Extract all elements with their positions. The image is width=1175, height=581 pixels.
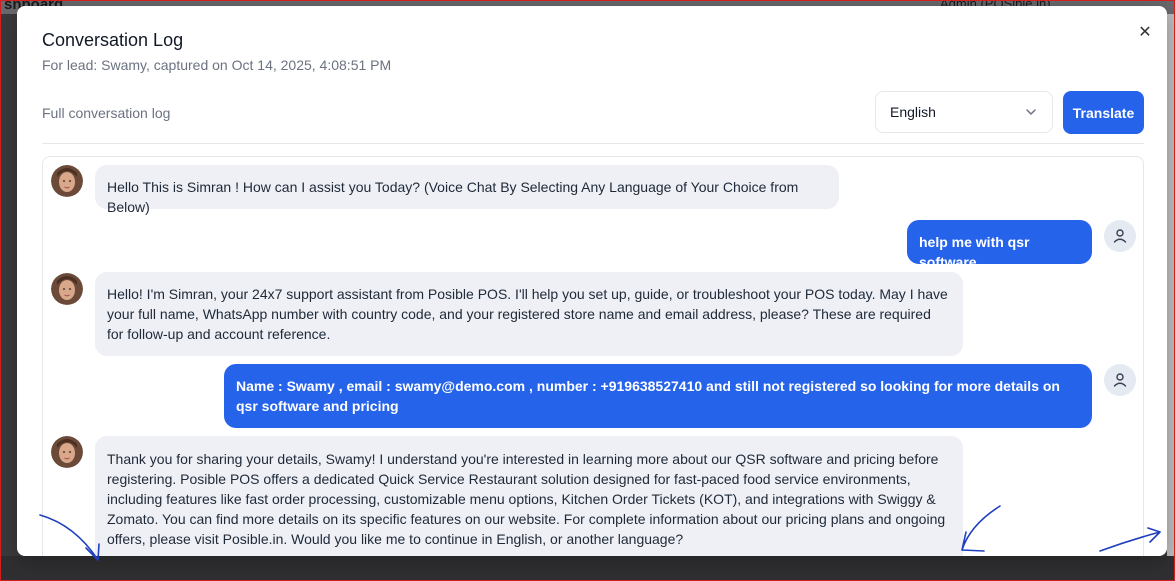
message-bubble-bot: Hello This is Simran ! How can I assist … xyxy=(95,165,839,215)
divider xyxy=(42,143,1144,144)
bot-avatar-image xyxy=(51,273,83,305)
close-icon: ✕ xyxy=(1138,24,1152,41)
user-avatar xyxy=(1104,364,1136,396)
bot-avatar-image xyxy=(51,165,83,197)
background-footer xyxy=(0,556,1175,581)
user-icon xyxy=(1113,229,1127,243)
language-select[interactable]: English xyxy=(875,91,1053,133)
message-bubble-bot: Thank you for sharing your details, Swam… xyxy=(95,436,963,556)
dialog-title: Conversation Log xyxy=(42,30,184,50)
bot-avatar xyxy=(51,273,83,305)
user-icon xyxy=(1113,373,1127,387)
chevron-down-icon xyxy=(1026,109,1036,115)
bot-avatar-image xyxy=(51,436,83,468)
translate-button[interactable]: Translate xyxy=(1063,91,1144,134)
bot-avatar xyxy=(51,436,83,468)
message-bubble-bot: Hello! I'm Simran, your 24x7 support ass… xyxy=(95,272,963,356)
close-button[interactable]: ✕ xyxy=(1135,22,1155,42)
message-bubble-user: Name : Swamy , email : swamy@demo.com , … xyxy=(224,364,1092,428)
dialog-subtitle: For lead: Swamy, captured on Oct 14, 202… xyxy=(42,57,392,73)
chat-log[interactable]: Hello This is Simran ! How can I assist … xyxy=(42,156,1144,556)
message-bubble-user: help me with qsr software xyxy=(907,220,1092,270)
user-avatar xyxy=(1104,220,1136,252)
log-section-label: Full conversation log xyxy=(42,105,171,121)
bot-avatar xyxy=(51,165,83,197)
conversation-log-dialog: ✕ Conversation Log For lead: Swamy, capt… xyxy=(17,6,1167,556)
language-select-value: English xyxy=(890,104,936,120)
background-scrollbar xyxy=(1167,14,1175,581)
